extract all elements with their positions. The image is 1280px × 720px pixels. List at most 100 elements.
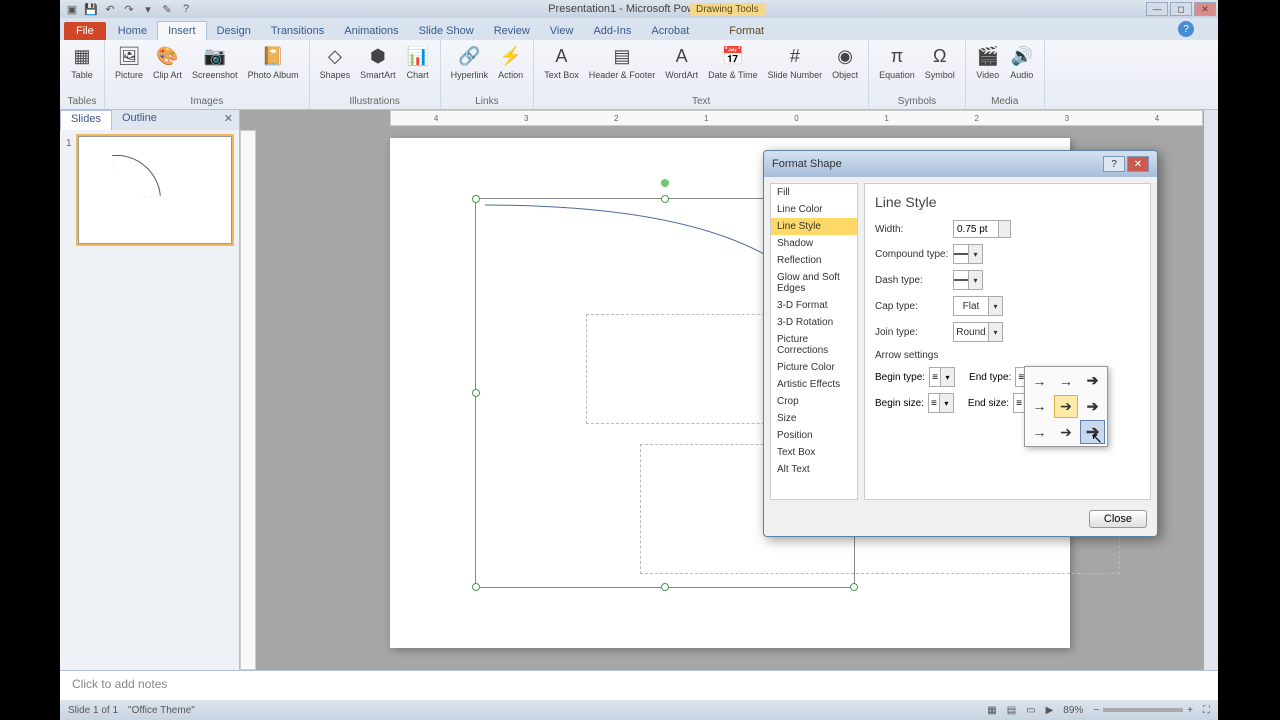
begin-size-combo[interactable]: ≡▾ — [928, 393, 954, 413]
ribbon-audio[interactable]: 🔊Audio — [1006, 42, 1038, 82]
arrow-size-9[interactable]: ➔ — [1080, 420, 1105, 444]
nav--d-rotation[interactable]: 3-D Rotation — [771, 314, 857, 331]
arrow-size-1[interactable]: → — [1027, 369, 1052, 393]
resize-handle-bl[interactable] — [472, 583, 480, 591]
tab-acrobat[interactable]: Acrobat — [641, 22, 699, 40]
minimize-button[interactable]: — — [1146, 2, 1168, 16]
view-normal-icon[interactable]: ▦ — [987, 705, 996, 716]
cap-combo[interactable]: Flat▾ — [953, 296, 1003, 316]
save-icon[interactable]: 💾 — [83, 1, 99, 17]
nav-line-style[interactable]: Line Style — [771, 218, 857, 235]
nav-picture-corrections[interactable]: Picture Corrections — [771, 331, 857, 359]
tab-review[interactable]: Review — [484, 22, 540, 40]
nav-position[interactable]: Position — [771, 427, 857, 444]
zoom-controls[interactable]: − + — [1093, 705, 1193, 716]
nav-crop[interactable]: Crop — [771, 393, 857, 410]
maximize-button[interactable]: ◻ — [1170, 2, 1192, 16]
ribbon-smartart[interactable]: ⬢SmartArt — [356, 42, 400, 82]
dialog-close-x[interactable]: ✕ — [1127, 156, 1149, 172]
nav-reflection[interactable]: Reflection — [771, 252, 857, 269]
ribbon-text-box[interactable]: AText Box — [540, 42, 583, 82]
ribbon-date-time[interactable]: 📅Date & Time — [704, 42, 762, 82]
dash-combo[interactable]: ▾ — [953, 270, 983, 290]
ribbon-video[interactable]: 🎬Video — [972, 42, 1004, 82]
zoom-in-icon[interactable]: + — [1187, 705, 1193, 716]
ribbon-symbol[interactable]: ΩSymbol — [921, 42, 959, 82]
view-slideshow-icon[interactable]: ▶ — [1046, 705, 1054, 716]
ribbon-equation[interactable]: πEquation — [875, 42, 919, 82]
zoom-out-icon[interactable]: − — [1093, 705, 1099, 716]
arrow-size-7[interactable]: → — [1027, 420, 1052, 444]
begin-type-combo[interactable]: ≡▾ — [929, 367, 955, 387]
ribbon-photo-album[interactable]: 📔Photo Album — [244, 42, 303, 82]
ribbon-shapes[interactable]: ◇Shapes — [316, 42, 355, 82]
nav-text-box[interactable]: Text Box — [771, 444, 857, 461]
ribbon-hyperlink[interactable]: 🔗Hyperlink — [447, 42, 493, 82]
view-sorter-icon[interactable]: ▤ — [1007, 705, 1016, 716]
close-panel-icon[interactable]: ✕ — [218, 110, 239, 130]
rotate-handle[interactable] — [661, 179, 669, 187]
ribbon-object[interactable]: ◉Object — [828, 42, 862, 82]
brush-icon[interactable]: ✎ — [159, 1, 175, 17]
ribbon-header-footer[interactable]: ▤Header & Footer — [585, 42, 660, 82]
help-icon[interactable]: ? — [1178, 21, 1194, 37]
close-window-button[interactable]: ✕ — [1194, 2, 1216, 16]
nav-alt-text[interactable]: Alt Text — [771, 461, 857, 478]
arrow-size-4[interactable]: → — [1027, 395, 1052, 419]
nav-size[interactable]: Size — [771, 410, 857, 427]
help-small-icon[interactable]: ? — [178, 1, 194, 17]
view-reading-icon[interactable]: ▭ — [1026, 705, 1035, 716]
arrow-size-6[interactable]: ➔ — [1080, 395, 1105, 419]
width-input[interactable] — [953, 220, 999, 238]
outline-tab[interactable]: Outline — [112, 110, 167, 130]
join-combo[interactable]: Round▾ — [953, 322, 1003, 342]
nav-line-color[interactable]: Line Color — [771, 201, 857, 218]
arrow-size-5[interactable]: ➔ — [1054, 395, 1079, 419]
nav-fill[interactable]: Fill — [771, 184, 857, 201]
tab-design[interactable]: Design — [207, 22, 261, 40]
tab-view[interactable]: View — [540, 22, 584, 40]
arrow-size-3[interactable]: ➔ — [1080, 369, 1105, 393]
vertical-scrollbar[interactable] — [1204, 110, 1218, 670]
tab-insert[interactable]: Insert — [157, 21, 207, 40]
tab-transitions[interactable]: Transitions — [261, 22, 334, 40]
ribbon-clip-art[interactable]: 🎨Clip Art — [149, 42, 186, 82]
tab-slideshow[interactable]: Slide Show — [409, 22, 484, 40]
nav--d-format[interactable]: 3-D Format — [771, 297, 857, 314]
dialog-help-button[interactable]: ? — [1103, 156, 1125, 172]
ribbon-action[interactable]: ⚡Action — [494, 42, 527, 82]
nav-glow-and-soft-edges[interactable]: Glow and Soft Edges — [771, 269, 857, 297]
close-button[interactable]: Close — [1089, 510, 1147, 528]
tab-addins[interactable]: Add-Ins — [583, 22, 641, 40]
fit-window-icon[interactable]: ⛶ — [1203, 705, 1210, 716]
tab-animations[interactable]: Animations — [334, 22, 408, 40]
file-tab[interactable]: File — [64, 22, 106, 40]
undo-icon[interactable]: ↶ — [102, 1, 118, 17]
nav-shadow[interactable]: Shadow — [771, 235, 857, 252]
slide-thumbnail-1[interactable] — [78, 136, 232, 244]
ribbon-slide-number[interactable]: #Slide Number — [764, 42, 827, 82]
notes-pane[interactable]: Click to add notes — [60, 670, 1218, 700]
resize-handle-tl[interactable] — [472, 195, 480, 203]
resize-handle-ml[interactable] — [472, 389, 480, 397]
ribbon-screenshot[interactable]: 📷Screenshot — [188, 42, 242, 82]
arrow-size-2[interactable]: → — [1054, 369, 1079, 393]
ribbon-picture[interactable]: 🖼Picture — [111, 42, 147, 82]
redo-icon[interactable]: ↷ — [121, 1, 137, 17]
tab-home[interactable]: Home — [108, 22, 157, 40]
compound-combo[interactable]: ▾ — [953, 244, 983, 264]
nav-artistic-effects[interactable]: Artistic Effects — [771, 376, 857, 393]
zoom-slider[interactable] — [1103, 708, 1183, 712]
slides-tab[interactable]: Slides — [60, 110, 112, 130]
dialog-titlebar[interactable]: Format Shape ? ✕ — [764, 151, 1157, 177]
ribbon-chart[interactable]: 📊Chart — [402, 42, 434, 82]
arrow-size-8[interactable]: ➔ — [1054, 420, 1079, 444]
qat-more-icon[interactable]: ▾ — [140, 1, 156, 17]
ribbon-table[interactable]: ▦Table — [66, 42, 98, 82]
resize-handle-br[interactable] — [850, 583, 858, 591]
width-spinner[interactable] — [999, 220, 1011, 238]
nav-picture-color[interactable]: Picture Color — [771, 359, 857, 376]
tab-format[interactable]: Format — [719, 22, 774, 40]
resize-handle-bm[interactable] — [661, 583, 669, 591]
ribbon-wordart[interactable]: AWordArt — [661, 42, 702, 82]
